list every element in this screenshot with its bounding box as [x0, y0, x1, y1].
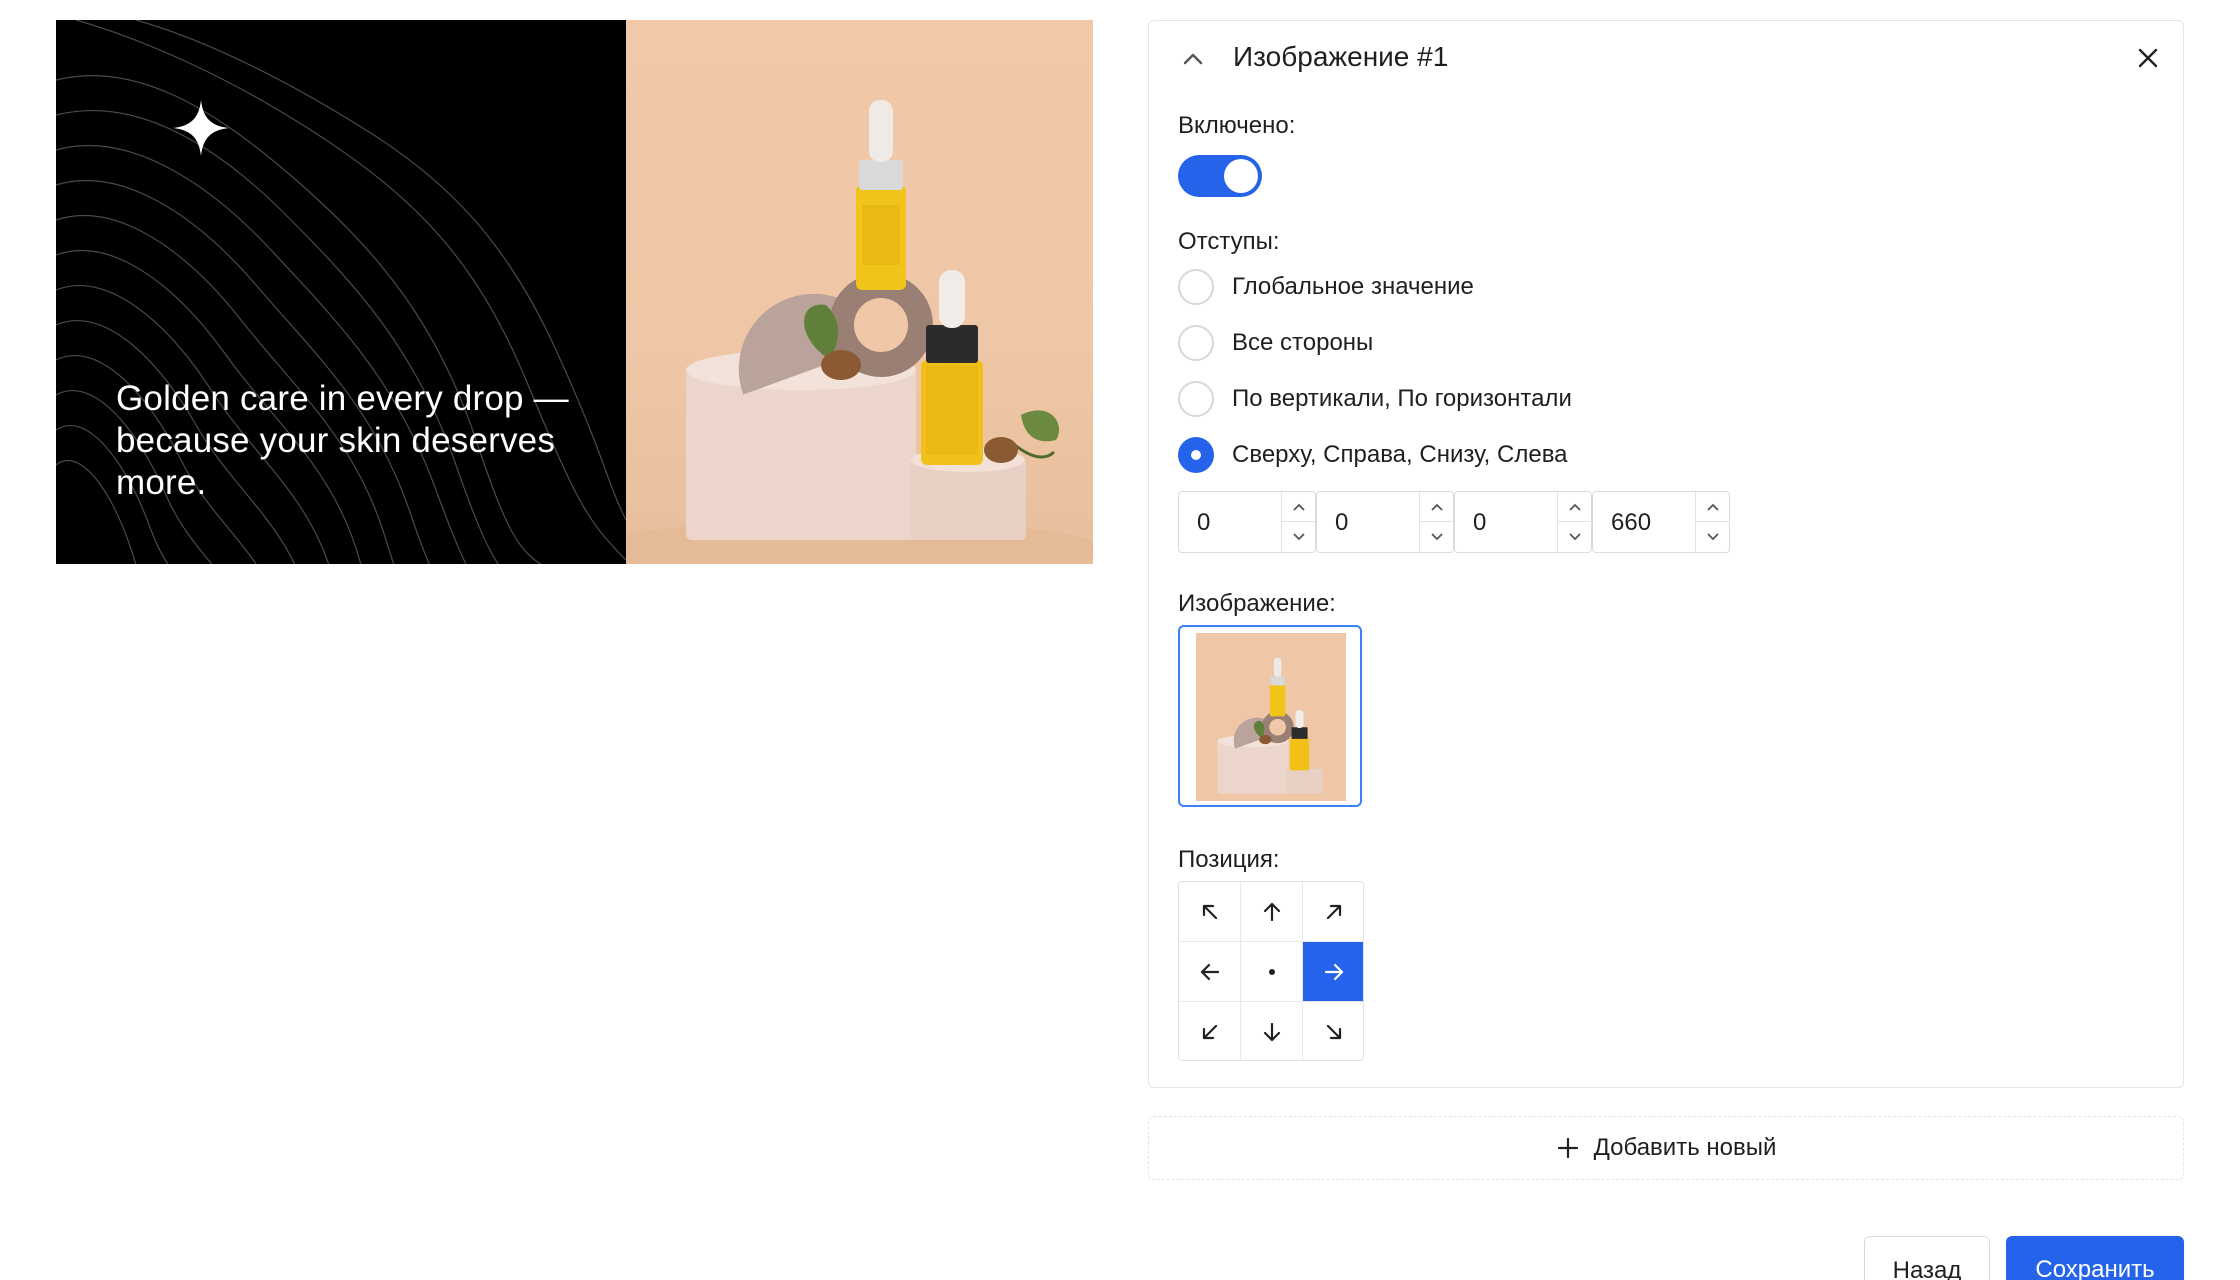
- position-right[interactable]: [1303, 942, 1363, 1002]
- position-grid: [1178, 881, 1364, 1061]
- stepper-buttons: [1695, 492, 1730, 552]
- banner-preview: Golden care in every drop — because your…: [56, 20, 1093, 564]
- stepper-buttons: [1557, 492, 1592, 552]
- stepper-value[interactable]: 0: [1473, 508, 1486, 538]
- chevron-down-icon: [1707, 533, 1719, 541]
- padding-left-stepper[interactable]: 660: [1592, 491, 1730, 553]
- radio-button[interactable]: [1178, 381, 1214, 417]
- radio-button[interactable]: [1178, 325, 1214, 361]
- image-label: Изображение:: [1178, 590, 1336, 617]
- radio-button[interactable]: [1178, 269, 1214, 305]
- radio-label: Глобальное значение: [1232, 273, 1474, 300]
- arrow-down-left-icon: [1202, 1024, 1217, 1040]
- enabled-toggle[interactable]: [1178, 155, 1262, 197]
- image-settings-card: Изображение #1 Включено: Отступы: Глобал…: [1148, 20, 2184, 1088]
- stepper-decrement[interactable]: [1696, 522, 1730, 552]
- arrow-down-icon: [1263, 1022, 1280, 1042]
- radio-label: Все стороны: [1232, 329, 1374, 356]
- position-label: Позиция:: [1178, 846, 1280, 873]
- position-top-left[interactable]: [1179, 882, 1241, 942]
- arrow-down-right-icon: [1326, 1024, 1342, 1040]
- chevron-up-icon: [1569, 503, 1581, 511]
- padding-right-stepper[interactable]: 0: [1316, 491, 1454, 553]
- chevron-up-icon[interactable]: [1179, 45, 1207, 73]
- padding-option-each-side[interactable]: Сверху, Справа, Снизу, Слева: [1178, 437, 1568, 473]
- radio-button-checked[interactable]: [1178, 437, 1214, 473]
- chevron-up-icon: [1431, 503, 1443, 511]
- padding-option-global[interactable]: Глобальное значение: [1178, 269, 1474, 305]
- add-new-label: Добавить новый: [1593, 1134, 1777, 1161]
- arrow-up-left-icon: [1202, 904, 1217, 919]
- position-center[interactable]: [1241, 942, 1303, 1002]
- card-title: Изображение #1: [1233, 41, 1449, 72]
- serum-bottles-thumbnail: [1198, 633, 1344, 801]
- position-top-right[interactable]: [1303, 882, 1363, 942]
- padding-option-vertical-horizontal[interactable]: По вертикали, По горизонтали: [1178, 381, 1572, 417]
- stepper-decrement[interactable]: [1282, 522, 1316, 552]
- stepper-value[interactable]: 0: [1197, 508, 1210, 538]
- arrow-left-icon: [1200, 963, 1219, 980]
- radio-label: Сверху, Справа, Снизу, Слева: [1232, 441, 1568, 468]
- close-icon[interactable]: [2135, 45, 2161, 71]
- padding-steppers: 0 0 0 660: [1178, 491, 1730, 553]
- card-header: Изображение #1: [1149, 21, 2183, 93]
- banner-product-photo: [626, 20, 1093, 564]
- chevron-up-icon: [1293, 503, 1305, 511]
- padding-label: Отступы:: [1178, 228, 1280, 255]
- stepper-increment[interactable]: [1558, 492, 1592, 522]
- chevron-up-icon: [1707, 503, 1719, 511]
- back-button[interactable]: Назад: [1864, 1236, 1990, 1280]
- radio-label: По вертикали, По горизонтали: [1232, 385, 1572, 412]
- arrow-up-icon: [1263, 902, 1280, 921]
- position-bottom[interactable]: [1241, 1002, 1303, 1060]
- stepper-value[interactable]: 660: [1611, 508, 1651, 538]
- stepper-buttons: [1281, 492, 1316, 552]
- stepper-increment[interactable]: [1696, 492, 1730, 522]
- add-new-button[interactable]: Добавить новый: [1148, 1116, 2184, 1180]
- thumbnail-photo: [1196, 633, 1346, 801]
- position-bottom-right[interactable]: [1303, 1002, 1363, 1060]
- stepper-value[interactable]: 0: [1335, 508, 1348, 538]
- image-thumbnail[interactable]: [1178, 625, 1362, 807]
- toggle-knob: [1224, 159, 1258, 193]
- padding-bottom-stepper[interactable]: 0: [1454, 491, 1592, 553]
- arrow-up-right-icon: [1326, 904, 1342, 919]
- banner-headline: Golden care in every drop — because your…: [116, 379, 569, 502]
- banner-dark-panel: Golden care in every drop — because your…: [56, 20, 626, 564]
- stepper-decrement[interactable]: [1558, 522, 1592, 552]
- enabled-label: Включено:: [1178, 112, 1296, 139]
- padding-top-stepper[interactable]: 0: [1178, 491, 1316, 553]
- position-bottom-left[interactable]: [1179, 1002, 1241, 1060]
- save-button[interactable]: Сохранить: [2006, 1236, 2184, 1280]
- sparkle-icon: [173, 100, 229, 156]
- plus-icon: [1557, 1137, 1578, 1159]
- position-top[interactable]: [1241, 882, 1303, 942]
- stepper-increment[interactable]: [1420, 492, 1454, 522]
- stepper-increment[interactable]: [1282, 492, 1316, 522]
- chevron-down-icon: [1569, 533, 1581, 541]
- position-left[interactable]: [1179, 942, 1241, 1002]
- stepper-buttons: [1419, 492, 1454, 552]
- padding-option-all-sides[interactable]: Все стороны: [1178, 325, 1373, 361]
- chevron-down-icon: [1431, 533, 1443, 541]
- arrow-right-icon: [1324, 963, 1344, 980]
- stepper-decrement[interactable]: [1420, 522, 1454, 552]
- serum-bottles-illustration: [626, 100, 1093, 564]
- center-dot-icon: [1268, 968, 1275, 975]
- chevron-down-icon: [1293, 533, 1305, 541]
